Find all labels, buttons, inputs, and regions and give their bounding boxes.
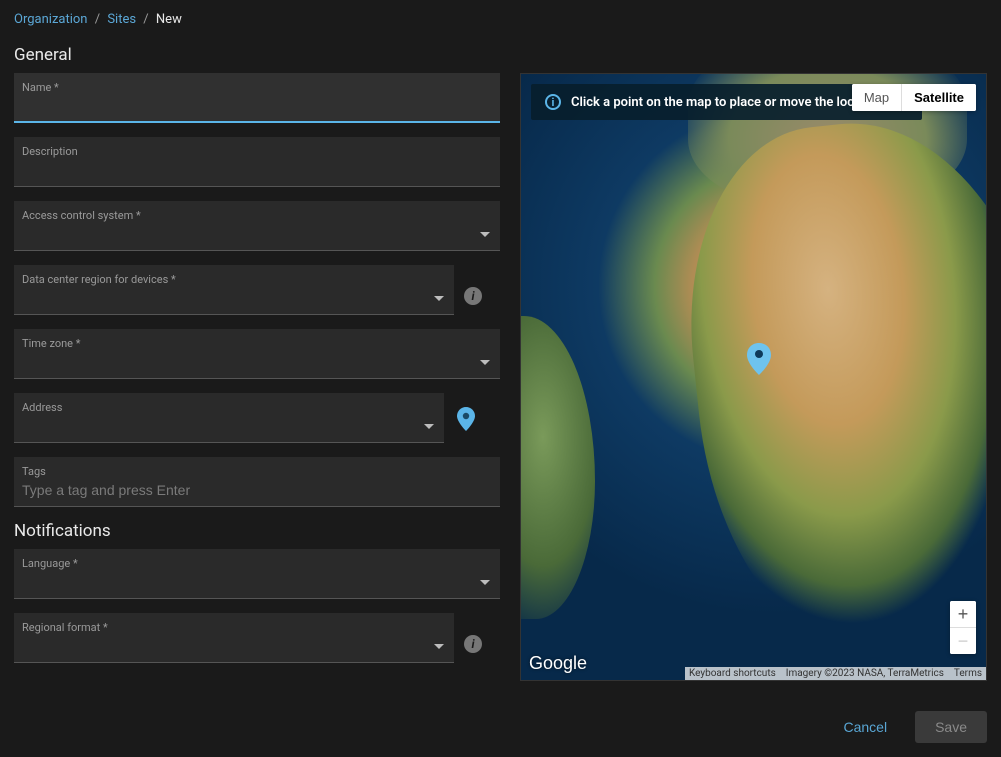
info-icon: i: [545, 94, 561, 110]
breadcrumb-separator: /: [139, 12, 152, 27]
zoom-control: + −: [950, 601, 976, 654]
regional-format-field[interactable]: Regional format *: [14, 613, 454, 663]
tags-field[interactable]: Tags: [14, 457, 500, 507]
breadcrumb-sites[interactable]: Sites: [107, 12, 136, 27]
map-type-map-button[interactable]: Map: [852, 84, 901, 111]
access-control-system-field[interactable]: Access control system *: [14, 201, 500, 251]
chevron-down-icon: [480, 360, 490, 365]
address-field[interactable]: Address: [14, 393, 444, 443]
breadcrumb-separator: /: [91, 12, 104, 27]
map-type-satellite-button[interactable]: Satellite: [902, 84, 976, 111]
section-general-heading: General: [14, 45, 987, 65]
description-input[interactable]: [22, 162, 492, 178]
map-terrain: [670, 105, 987, 681]
breadcrumb: Organization / Sites / New: [14, 8, 987, 35]
map-location-pin[interactable]: [744, 341, 774, 381]
location-pin-icon[interactable]: [454, 405, 478, 437]
tags-input[interactable]: [22, 482, 492, 498]
chevron-down-icon: [480, 232, 490, 237]
section-notifications-heading: Notifications: [14, 521, 500, 541]
time-zone-field[interactable]: Time zone *: [14, 329, 500, 379]
map-type-toggle: Map Satellite: [852, 84, 976, 111]
name-field[interactable]: Name *: [14, 73, 500, 123]
regional-format-label: Regional format *: [22, 621, 446, 634]
info-icon[interactable]: i: [464, 287, 482, 305]
chevron-down-icon: [424, 424, 434, 429]
address-label: Address: [22, 401, 436, 414]
description-field[interactable]: Description: [14, 137, 500, 187]
language-field[interactable]: Language *: [14, 549, 500, 599]
access-control-system-label: Access control system *: [22, 209, 492, 222]
data-center-region-field[interactable]: Data center region for devices *: [14, 265, 454, 315]
map-terrain: [520, 316, 595, 619]
data-center-region-label: Data center region for devices *: [22, 273, 446, 286]
keyboard-shortcuts-link[interactable]: Keyboard shortcuts: [689, 668, 776, 679]
time-zone-label: Time zone *: [22, 337, 492, 350]
zoom-in-button[interactable]: +: [950, 601, 976, 627]
name-label: Name *: [22, 81, 492, 94]
chevron-down-icon: [480, 580, 490, 585]
cancel-button[interactable]: Cancel: [829, 711, 901, 743]
save-button[interactable]: Save: [915, 711, 987, 743]
info-icon[interactable]: i: [464, 635, 482, 653]
chevron-down-icon: [434, 296, 444, 301]
footer-actions: Cancel Save: [829, 711, 987, 743]
name-input[interactable]: [22, 98, 492, 114]
tags-label: Tags: [22, 465, 492, 478]
imagery-attribution: Imagery ©2023 NASA, TerraMetrics: [786, 668, 944, 679]
breadcrumb-current: New: [156, 12, 182, 27]
zoom-out-button[interactable]: −: [950, 628, 976, 654]
map[interactable]: i Click a point on the map to place or m…: [520, 73, 987, 681]
terms-link[interactable]: Terms: [954, 668, 982, 679]
map-attribution: Keyboard shortcuts Imagery ©2023 NASA, T…: [685, 667, 986, 680]
description-label: Description: [22, 145, 492, 158]
language-label: Language *: [22, 557, 492, 570]
chevron-down-icon: [434, 644, 444, 649]
google-logo: Google: [529, 653, 587, 674]
breadcrumb-organization[interactable]: Organization: [14, 12, 87, 27]
